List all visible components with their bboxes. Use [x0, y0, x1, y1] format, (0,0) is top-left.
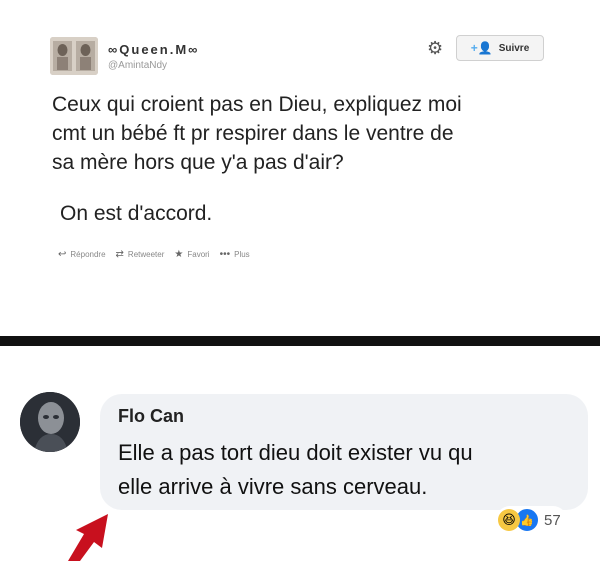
red-arrow-icon	[68, 514, 108, 561]
follow-person-icon: +👤	[470, 41, 493, 55]
retweet-action[interactable]: ⇄ Retweeter	[116, 249, 165, 260]
reply-label: Répondre	[70, 250, 106, 259]
tweet-line: cmt un bébé ft pr respirer dans le ventr…	[52, 122, 454, 145]
tweet-card: ∞Queen.M∞ @AmintaNdy ⚙ +👤 Suivre Ceux qu…	[0, 0, 600, 336]
reaction-count: 57	[544, 511, 561, 529]
tweet-line: Ceux qui croient pas en Dieu, expliquez …	[52, 93, 462, 116]
retweet-label: Retweeter	[127, 250, 165, 259]
comment-text: Elle a pas tort dieu doit exister vu qu …	[118, 436, 578, 504]
haha-reaction-icon: 😆	[498, 509, 520, 531]
ellipsis-icon: •••	[219, 249, 231, 260]
commenter-avatar[interactable]	[20, 392, 80, 452]
comment-line: elle arrive à vivre sans cerveau.	[118, 474, 428, 499]
tweet-line: sa mère hors que y'a pas d'air?	[52, 151, 344, 174]
commenter-name[interactable]: Flo Can	[118, 406, 184, 427]
tweet-avatar[interactable]	[50, 37, 98, 75]
divider	[0, 336, 600, 346]
follow-label: Suivre	[498, 42, 530, 54]
more-label: Plus	[234, 250, 250, 259]
reply-arrow-icon: ↩	[58, 249, 67, 260]
tweet-display-name[interactable]: ∞Queen.M∞	[108, 42, 199, 57]
retweet-icon: ⇄	[115, 249, 124, 260]
reactions-summary[interactable]: 😆 👍 57	[496, 506, 567, 534]
tweet-handle[interactable]: @AmintaNdy	[108, 60, 167, 71]
follow-button[interactable]: +👤 Suivre	[456, 35, 544, 61]
more-action[interactable]: ••• Plus	[220, 249, 250, 260]
star-icon: ★	[174, 249, 184, 260]
comment-line: Elle a pas tort dieu doit exister vu qu	[118, 440, 473, 465]
favorite-action[interactable]: ★ Favori	[174, 249, 209, 260]
favorite-label: Favori	[187, 250, 210, 259]
reply-action[interactable]: ↩ Répondre	[58, 249, 106, 260]
gear-icon[interactable]: ⚙	[427, 38, 443, 59]
tweet-text: Ceux qui croient pas en Dieu, expliquez …	[52, 90, 562, 228]
tweet-actions: ↩ Répondre ⇄ Retweeter ★ Favori ••• Plus	[58, 249, 250, 260]
tweet-second-line: On est d'accord.	[60, 202, 213, 225]
